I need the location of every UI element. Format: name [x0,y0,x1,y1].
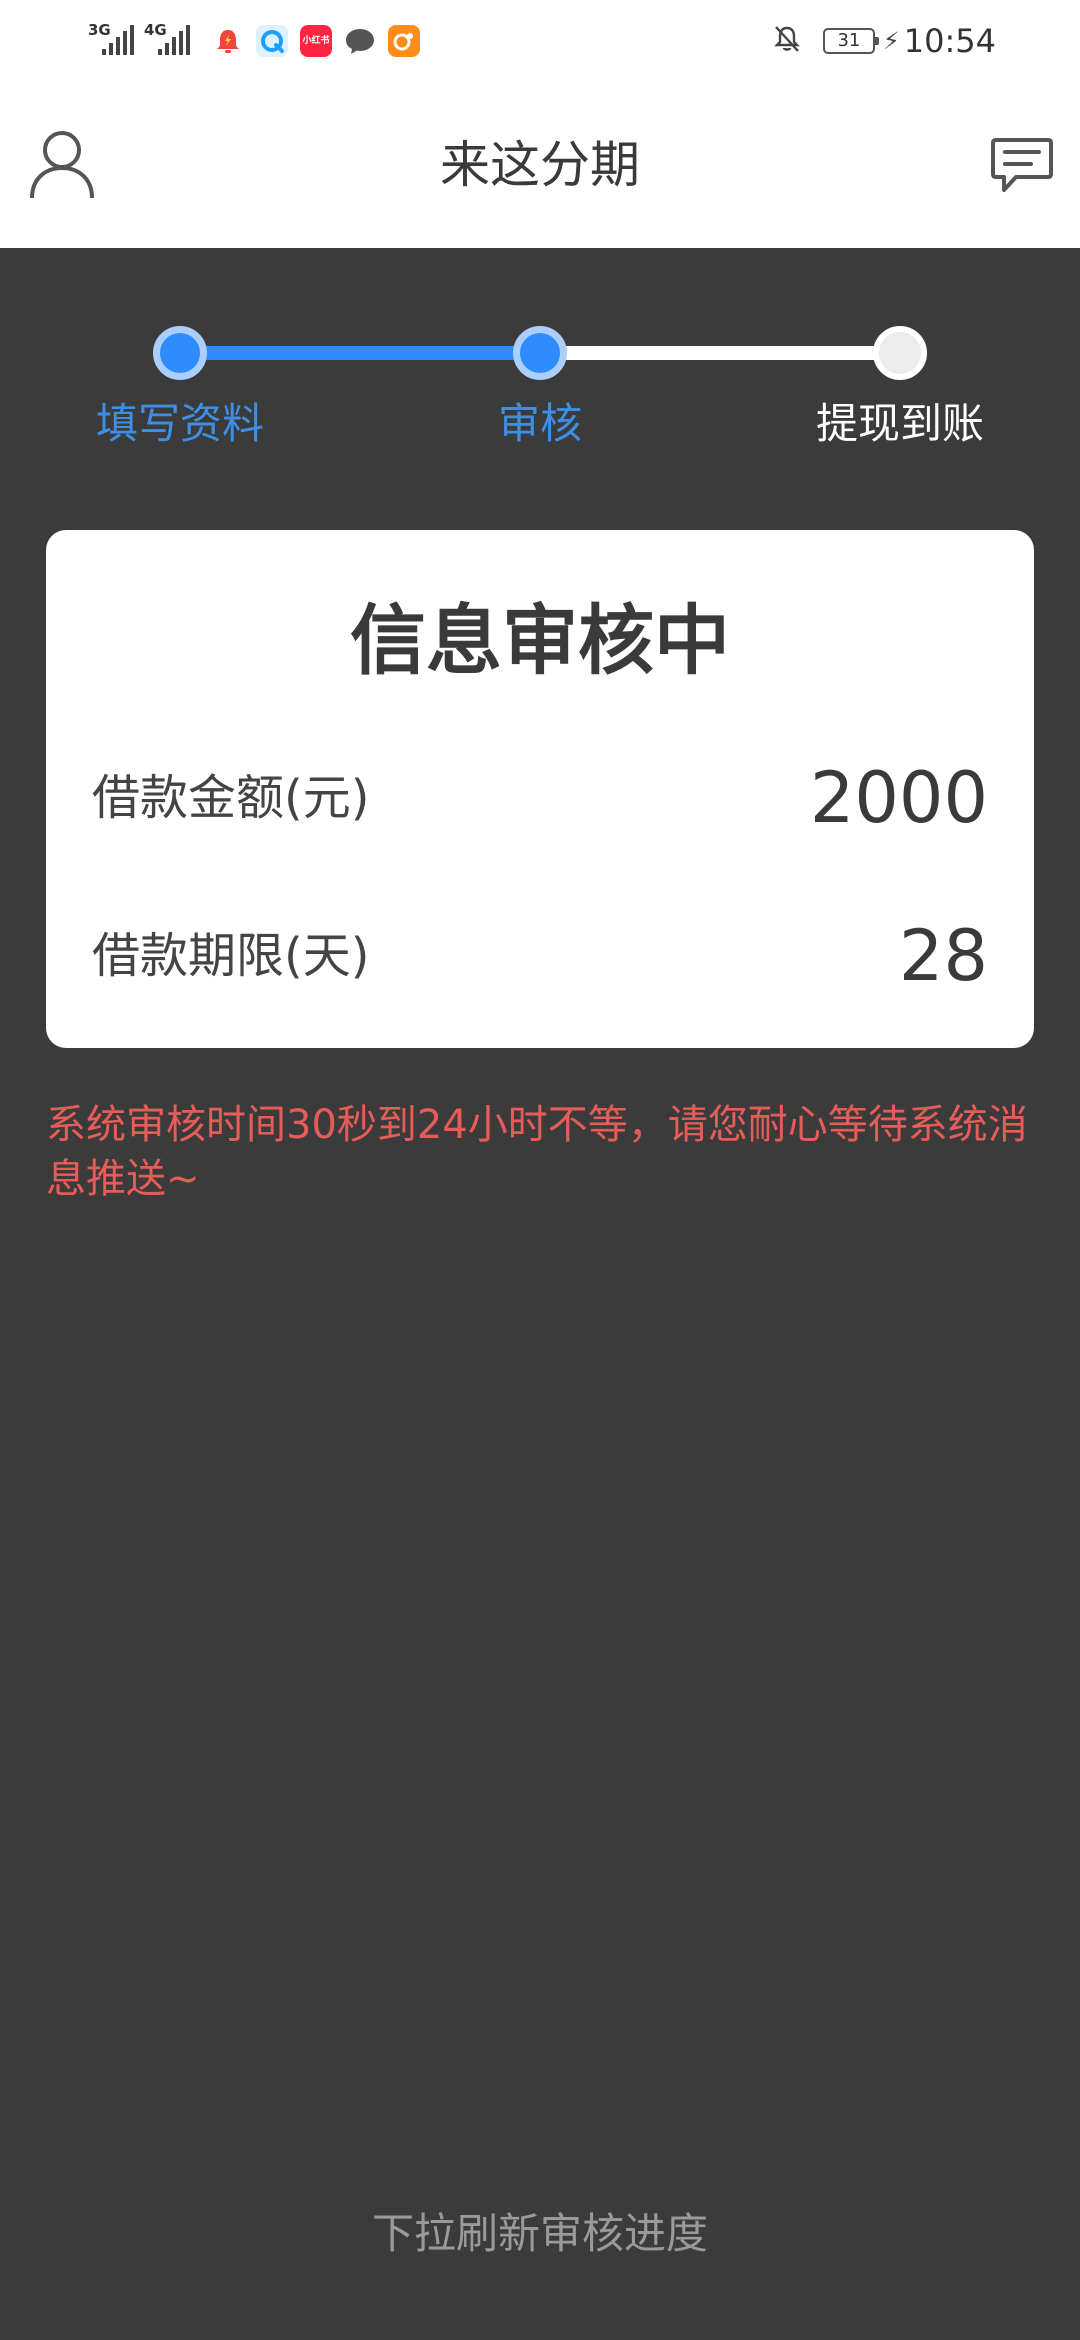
step-label-fill-info: 填写资料 [95,399,264,448]
charging-icon: ⚡ [882,27,900,55]
review-status-card: 信息审核中 借款金额(元) 2000 借款期限(天) 28 [46,530,1034,1048]
step-dot-withdraw [873,326,927,380]
status-bar-right: 31 ⚡ 10:54 [771,18,996,64]
loan-amount-value: 2000 [809,757,988,839]
message-icon [991,138,1053,192]
pull-to-refresh-hint: 下拉刷新审核进度 [371,2209,708,2258]
step-dot-review [513,326,567,380]
xiaohongshu-logo-text: 小红书 [302,35,330,46]
signal-icon-3g: 3G [88,21,140,61]
battery-icon: 31 [822,28,879,54]
step-connector-pending [540,346,900,360]
loan-amount-label: 借款金额(元) [92,770,370,826]
chat-bubble-icon [344,25,376,57]
alarm-app-icon [212,25,244,57]
review-status-title: 信息审核中 [350,596,730,685]
mute-bell-icon [771,23,803,59]
step-dot-fill-info [153,326,207,380]
review-time-notice: 系统审核时间30秒到24小时不等，请您耐心等待系统消息推送~ [46,1102,1028,1202]
loan-term-label: 借款期限(天) [92,928,370,984]
step-connector-completed [180,346,540,360]
step-label-withdraw: 提现到账 [815,399,984,448]
page-title: 来这分期 [440,136,640,194]
uc-browser-app-icon [388,25,420,57]
status-time: 10:54 [903,22,996,60]
app-header: 来这分期 [0,82,1080,248]
status-bar-left: 3G 4G 小红书 [88,18,420,64]
messages-button[interactable] [990,136,1054,196]
status-bar: 3G 4G 小红书 31 ⚡ 10:54 [0,0,1080,82]
browser-app-icon [256,25,288,57]
step-label-review: 审核 [497,399,582,448]
progress-steps: 填写资料 审核 提现到账 [0,248,1080,488]
xiaohongshu-app-icon: 小红书 [300,25,332,57]
signal-icon-4g: 4G [144,21,196,61]
loan-term-value: 28 [898,915,988,997]
